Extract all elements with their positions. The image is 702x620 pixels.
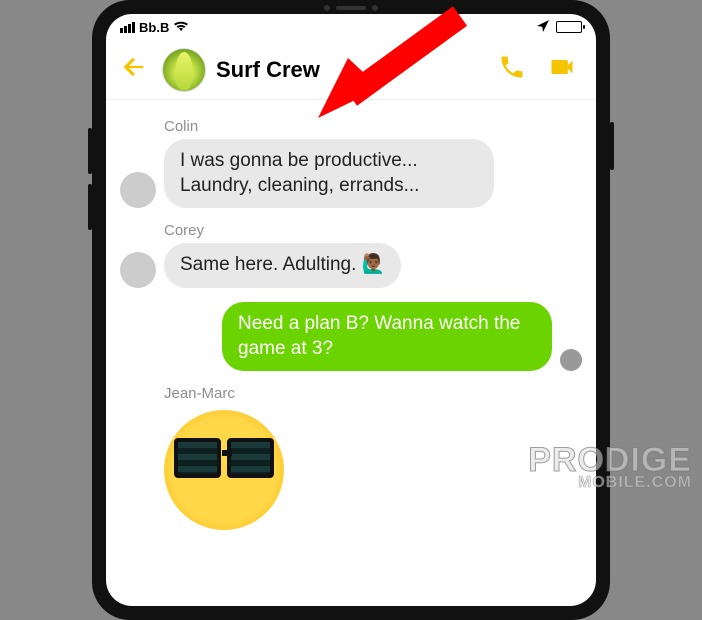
group-avatar[interactable] <box>162 48 206 92</box>
message-row: Need a plan B? Wanna watch the game at 3… <box>120 302 582 371</box>
wifi-icon <box>173 20 189 34</box>
chat-title[interactable]: Surf Crew <box>216 57 482 83</box>
power-button <box>610 122 614 170</box>
message-group: Need a plan B? Wanna watch the game at 3… <box>120 302 582 371</box>
message-row: Same here. Adulting. 🙋🏾‍♂️ <box>120 243 582 288</box>
signal-icon <box>120 22 135 33</box>
chat-header: Surf Crew <box>106 40 596 100</box>
back-button[interactable] <box>116 49 152 91</box>
carrier-label: Bb.B <box>139 20 169 35</box>
message-group: Jean-Marc <box>120 385 582 530</box>
sender-name: Corey <box>164 222 582 239</box>
screen: Bb.B Surf Crew <box>106 14 596 606</box>
message-list[interactable]: Colin I was gonna be productive... Laund… <box>106 100 596 548</box>
sensor-cluster <box>324 5 378 11</box>
message-group: Colin I was gonna be productive... Laund… <box>120 118 582 208</box>
status-bar: Bb.B <box>106 14 596 40</box>
avatar[interactable] <box>120 172 156 208</box>
avatar[interactable] <box>560 349 582 371</box>
message-group: Corey Same here. Adulting. 🙋🏾‍♂️ <box>120 222 582 288</box>
emoji-sticker[interactable] <box>164 410 284 530</box>
sender-name: Colin <box>164 118 582 135</box>
sender-name: Jean-Marc <box>164 385 582 402</box>
message-bubble[interactable]: Need a plan B? Wanna watch the game at 3… <box>222 302 552 371</box>
phone-frame: Bb.B Surf Crew <box>92 0 610 620</box>
message-row: I was gonna be productive... Laundry, cl… <box>120 139 582 208</box>
battery-icon <box>556 21 582 33</box>
avatar[interactable] <box>120 252 156 288</box>
voice-call-button[interactable] <box>492 47 532 92</box>
volume-down-button <box>88 184 92 230</box>
video-call-button[interactable] <box>542 47 582 92</box>
volume-up-button <box>88 128 92 174</box>
location-icon <box>536 19 550 36</box>
message-bubble[interactable]: Same here. Adulting. 🙋🏾‍♂️ <box>164 243 401 288</box>
message-bubble[interactable]: I was gonna be productive... Laundry, cl… <box>164 139 494 208</box>
